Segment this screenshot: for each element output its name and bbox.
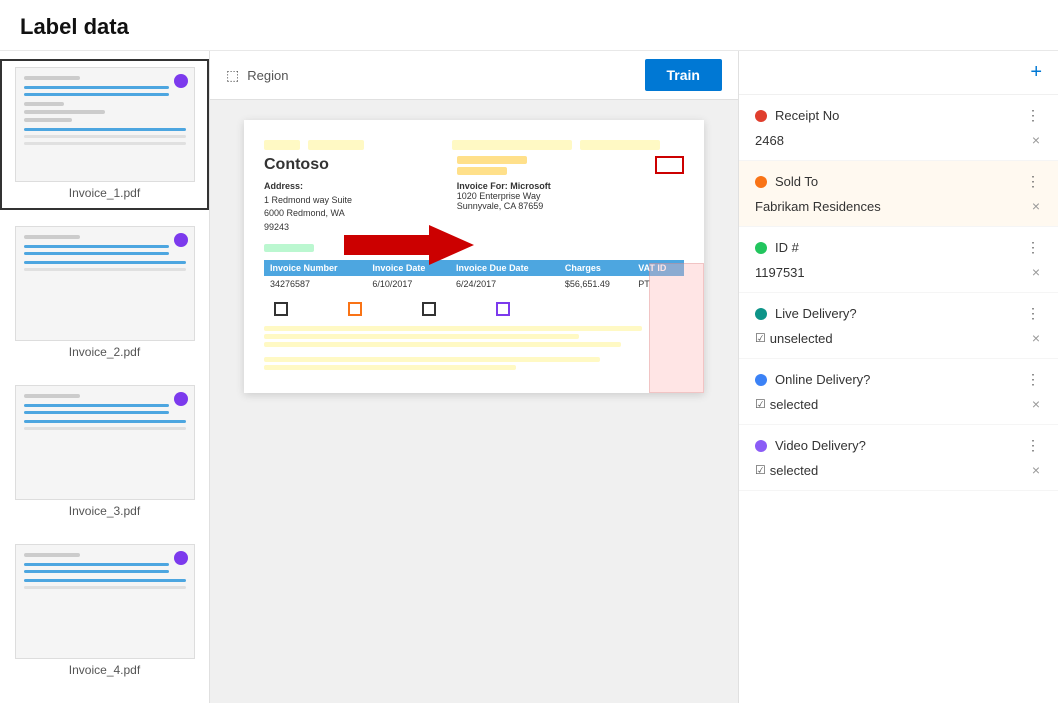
value-online-delivery: selected: [770, 397, 818, 412]
content-area: ⬚ Region Train Cont: [210, 51, 738, 703]
train-button[interactable]: Train: [645, 59, 722, 91]
label-item-live-delivery: Live Delivery? ⋮ ☑ unselected ×: [739, 293, 1058, 359]
dot-live-delivery: [755, 308, 767, 320]
value-receipt-no: 2468: [755, 133, 784, 148]
close-button-receipt-no[interactable]: ×: [1030, 130, 1042, 150]
add-label-button[interactable]: +: [1030, 61, 1042, 84]
checkbox-icon-live-delivery: ☑: [755, 331, 766, 345]
close-button-id[interactable]: ×: [1030, 262, 1042, 282]
red-box-element: [655, 156, 684, 174]
right-panel: + Receipt No ⋮ 2468 ×: [738, 51, 1058, 703]
company-name: Contoso: [264, 156, 352, 174]
region-label: Region: [247, 68, 288, 83]
toolbar: ⬚ Region Train: [210, 51, 738, 100]
sidebar-label-invoice1: Invoice_1.pdf: [10, 186, 199, 202]
more-button-sold-to[interactable]: ⋮: [1024, 171, 1042, 192]
label-item-sold-to: Sold To ⋮ Fabrikam Residences ×: [739, 161, 1058, 227]
dot-receipt-no: [755, 110, 767, 122]
doc-address: Address: 1 Redmond way Suite 6000 Redmon…: [264, 180, 352, 234]
dot-id: [755, 242, 767, 254]
sidebar-item-invoice3[interactable]: Invoice_3.pdf: [0, 377, 209, 528]
value-live-delivery: unselected: [770, 331, 833, 346]
label-name-live-delivery: Live Delivery?: [775, 306, 857, 321]
value-sold-to: Fabrikam Residences: [755, 199, 881, 214]
more-yellow-lines: [264, 357, 684, 370]
label-item-receipt-no: Receipt No ⋮ 2468 ×: [739, 95, 1058, 161]
label-name-video-delivery: Video Delivery?: [775, 438, 866, 453]
selection-square-4[interactable]: [496, 302, 510, 316]
pink-overlay: [649, 263, 704, 393]
label-name-sold-to: Sold To: [775, 174, 818, 189]
label-item-video-delivery: Video Delivery? ⋮ ☑ selected ×: [739, 425, 1058, 491]
arrow-indicator: [344, 220, 474, 273]
dot-video-delivery: [755, 440, 767, 452]
sidebar-item-invoice4[interactable]: Invoice_4.pdf: [0, 536, 209, 687]
page-title: Label data: [0, 0, 1058, 51]
sidebar-label-invoice3: Invoice_3.pdf: [10, 504, 199, 520]
label-name-receipt-no: Receipt No: [775, 108, 839, 123]
dot-online-delivery: [755, 374, 767, 386]
label-name-online-delivery: Online Delivery?: [775, 372, 870, 387]
page-title-bar: Label data: [0, 0, 1058, 51]
document-sidebar: Invoice_1.pdf Invoice_2.pdf: [0, 51, 210, 703]
sidebar-label-invoice2: Invoice_2.pdf: [10, 345, 199, 361]
yellow-lines-section: [264, 326, 684, 347]
dot-sold-to: [755, 176, 767, 188]
selection-square-2[interactable]: [348, 302, 362, 316]
value-id: 1197531: [755, 265, 805, 280]
close-button-online-delivery[interactable]: ×: [1030, 394, 1042, 414]
value-video-delivery: selected: [770, 463, 818, 478]
close-button-sold-to[interactable]: ×: [1030, 196, 1042, 216]
panel-header: +: [739, 51, 1058, 95]
region-icon: ⬚: [226, 67, 239, 84]
checkbox-icon-video-delivery: ☑: [755, 463, 766, 477]
label-item-id: ID # ⋮ 1197531 ×: [739, 227, 1058, 293]
table-header-charges: Charges: [559, 260, 632, 276]
document-canvas: Contoso Address: 1 Redmond way Suite 600…: [244, 120, 704, 393]
checkbox-icon-online-delivery: ☑: [755, 397, 766, 411]
close-button-live-delivery[interactable]: ×: [1030, 328, 1042, 348]
more-button-online-delivery[interactable]: ⋮: [1024, 369, 1042, 390]
sidebar-item-invoice2[interactable]: Invoice_2.pdf: [0, 218, 209, 369]
selection-square-1[interactable]: [274, 302, 288, 316]
label-item-online-delivery: Online Delivery? ⋮ ☑ selected ×: [739, 359, 1058, 425]
more-button-id[interactable]: ⋮: [1024, 237, 1042, 258]
more-button-video-delivery[interactable]: ⋮: [1024, 435, 1042, 456]
toolbar-left: ⬚ Region: [226, 67, 288, 84]
more-button-live-delivery[interactable]: ⋮: [1024, 303, 1042, 324]
table-row: 34276587 6/10/2017 6/24/2017 $56,651.49 …: [264, 276, 684, 292]
selection-square-3[interactable]: [422, 302, 436, 316]
sidebar-item-invoice1[interactable]: Invoice_1.pdf: [0, 59, 209, 210]
invoice-table: Invoice Number Invoice Date Invoice Due …: [264, 260, 684, 292]
close-button-video-delivery[interactable]: ×: [1030, 460, 1042, 480]
sidebar-label-invoice4: Invoice_4.pdf: [10, 663, 199, 679]
more-button-receipt-no[interactable]: ⋮: [1024, 105, 1042, 126]
label-name-id: ID #: [775, 240, 799, 255]
document-view: Contoso Address: 1 Redmond way Suite 600…: [210, 100, 738, 703]
